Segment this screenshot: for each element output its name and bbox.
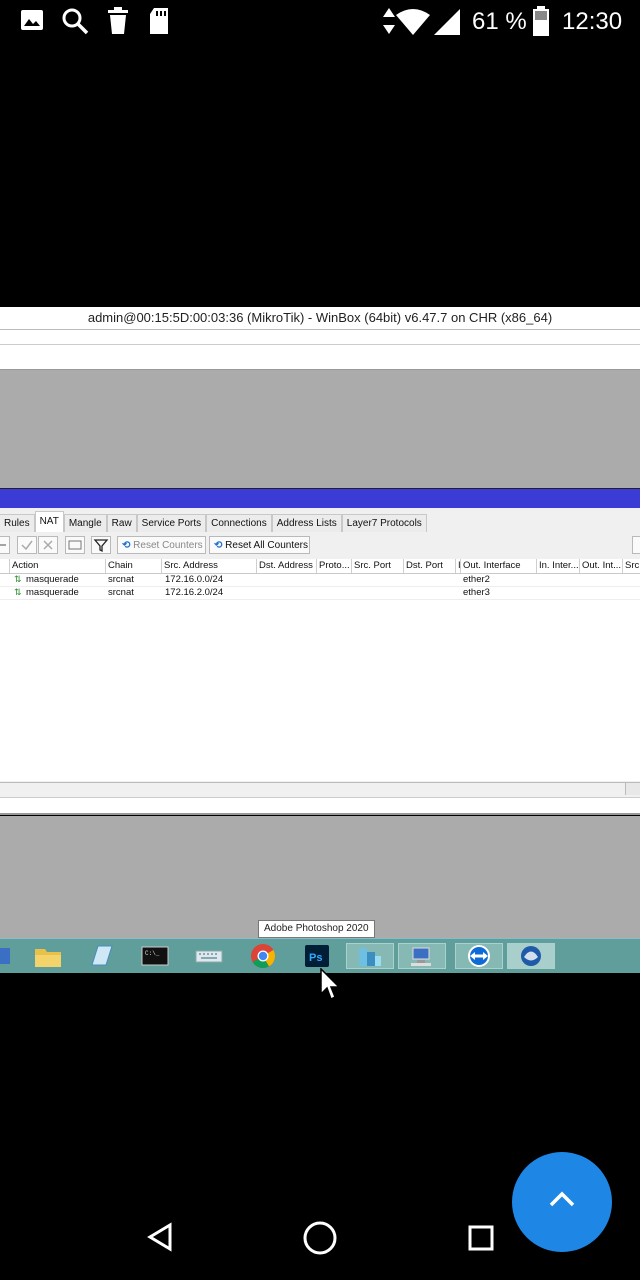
comment-button[interactable] <box>65 536 85 554</box>
file-explorer-icon[interactable] <box>33 943 63 969</box>
tab-mangle[interactable]: Mangle <box>63 514 107 532</box>
scrollbar-arrow[interactable] <box>625 783 640 795</box>
search-icon <box>62 8 89 35</box>
reset-counters-label: Reset Counters <box>133 540 203 551</box>
col-src-port[interactable]: Src. Port <box>352 559 404 573</box>
col-out-interface[interactable]: Out. Interface <box>461 559 537 573</box>
cell-action: masquerade <box>26 574 79 585</box>
col-src-address[interactable]: Src. Address <box>162 559 257 573</box>
toolbar <box>0 345 640 371</box>
tab-rules[interactable]: Rules <box>0 514 35 532</box>
table-row[interactable]: ⇅ masquerade srcnat 172.16.2.0/24 ether3 <box>0 586 640 600</box>
wifi-icon <box>396 9 430 35</box>
buildings-icon[interactable] <box>346 943 394 969</box>
tab-service-ports[interactable]: Service Ports <box>136 514 207 532</box>
mouse-cursor-icon <box>320 968 341 1001</box>
minus-icon <box>0 544 6 546</box>
chrome-icon[interactable] <box>248 943 278 969</box>
taskbar-tooltip: Adobe Photoshop 2020 <box>258 920 375 938</box>
col-chain[interactable]: Chain <box>106 559 162 573</box>
menu-bar <box>0 330 640 345</box>
reset-all-counters-button[interactable]: ⟲ Reset All Counters <box>209 536 310 554</box>
firewall-window-titlebar[interactable] <box>0 488 640 509</box>
col-in-interface-list[interactable]: In. Inter... <box>537 559 580 573</box>
col-out-interface-list[interactable]: Out. Int... <box>580 559 623 573</box>
tab-address-lists[interactable]: Address Lists <box>271 514 342 532</box>
cmd-icon[interactable]: C:\_ <box>140 943 170 969</box>
tab-layer7-protocols[interactable]: Layer7 Protocols <box>341 514 427 532</box>
enable-button[interactable] <box>17 536 37 554</box>
photoshop-icon[interactable]: Ps <box>302 943 332 969</box>
rule-icon: ⇅ <box>14 574 22 584</box>
firewall-panel: Rules NAT Mangle Raw Service Ports Conne… <box>0 508 640 815</box>
keyboard-icon[interactable] <box>194 943 224 969</box>
workspace-background <box>0 370 640 488</box>
cell-src-address: 172.16.0.0/24 <box>165 574 224 585</box>
nat-rules-table: Action Chain Src. Address Dst. Address P… <box>0 559 640 781</box>
x-icon <box>43 540 53 550</box>
cell-action: masquerade <box>26 587 79 598</box>
cell-chain: srcnat <box>108 587 134 598</box>
data-arrows-icon <box>383 8 395 34</box>
trash-icon <box>108 7 128 34</box>
signal-icon <box>434 9 460 35</box>
home-icon[interactable] <box>302 1220 338 1256</box>
firewall-tabs: Rules NAT Mangle Raw Service Ports Conne… <box>0 511 427 532</box>
filter-icon <box>93 539 109 553</box>
clock: 12:30 <box>562 8 623 35</box>
network-computer-icon[interactable] <box>398 943 446 969</box>
notepad-icon[interactable] <box>86 943 116 969</box>
panel-status-line <box>0 797 640 815</box>
nat-toolbar: ⟲ Reset Counters ⟲ Reset All Counters <box>0 536 640 556</box>
col-protocol[interactable]: Proto... <box>317 559 352 573</box>
battery-percent: 61 % <box>472 8 527 35</box>
reset-counters-button[interactable]: ⟲ Reset Counters <box>117 536 206 554</box>
disable-button[interactable] <box>38 536 58 554</box>
recents-icon[interactable] <box>467 1224 495 1252</box>
reset-all-icon: ⟲ <box>214 540 226 551</box>
tab-nat[interactable]: NAT <box>34 511 64 532</box>
table-row[interactable]: ⇅ masquerade srcnat 172.16.0.0/24 ether2 <box>0 573 640 587</box>
window-title: admin@00:15:5D:00:03:36 (MikroTik) - Win… <box>0 307 640 330</box>
col-dst-port[interactable]: Dst. Port <box>404 559 456 573</box>
cell-out-interface: ether2 <box>463 574 490 585</box>
comment-icon <box>68 540 82 550</box>
horizontal-scrollbar[interactable] <box>0 782 640 796</box>
sd-card-icon <box>150 8 168 34</box>
battery-icon <box>533 6 549 36</box>
col-src-mac[interactable]: Src <box>623 559 640 573</box>
col-flags[interactable] <box>0 559 10 573</box>
cell-out-interface: ether3 <box>463 587 490 598</box>
find-button[interactable] <box>632 536 640 554</box>
back-icon[interactable] <box>146 1222 174 1252</box>
cell-src-address: 172.16.2.0/24 <box>165 587 224 598</box>
col-dst-address[interactable]: Dst. Address <box>257 559 317 573</box>
winbox-icon[interactable] <box>507 943 555 969</box>
android-status-bar: 61 % 12:30 <box>0 0 640 44</box>
image-icon <box>21 10 43 30</box>
android-nav-bar <box>0 1200 640 1280</box>
rule-icon: ⇅ <box>14 587 22 597</box>
remove-button[interactable] <box>0 536 10 554</box>
cell-chain: srcnat <box>108 574 134 585</box>
teamviewer-icon[interactable] <box>455 943 503 969</box>
table-header: Action Chain Src. Address Dst. Address P… <box>0 559 640 574</box>
app-icon[interactable] <box>0 943 16 969</box>
check-icon <box>21 540 33 551</box>
reset-icon: ⟲ <box>122 540 134 551</box>
tab-raw[interactable]: Raw <box>106 514 137 532</box>
tab-connections[interactable]: Connections <box>206 514 272 532</box>
reset-all-counters-label: Reset All Counters <box>225 540 308 551</box>
svg-text:C:\_: C:\_ <box>145 950 160 957</box>
col-action[interactable]: Action <box>10 559 106 573</box>
svg-text:Ps: Ps <box>309 952 322 964</box>
filter-button[interactable] <box>91 536 111 554</box>
